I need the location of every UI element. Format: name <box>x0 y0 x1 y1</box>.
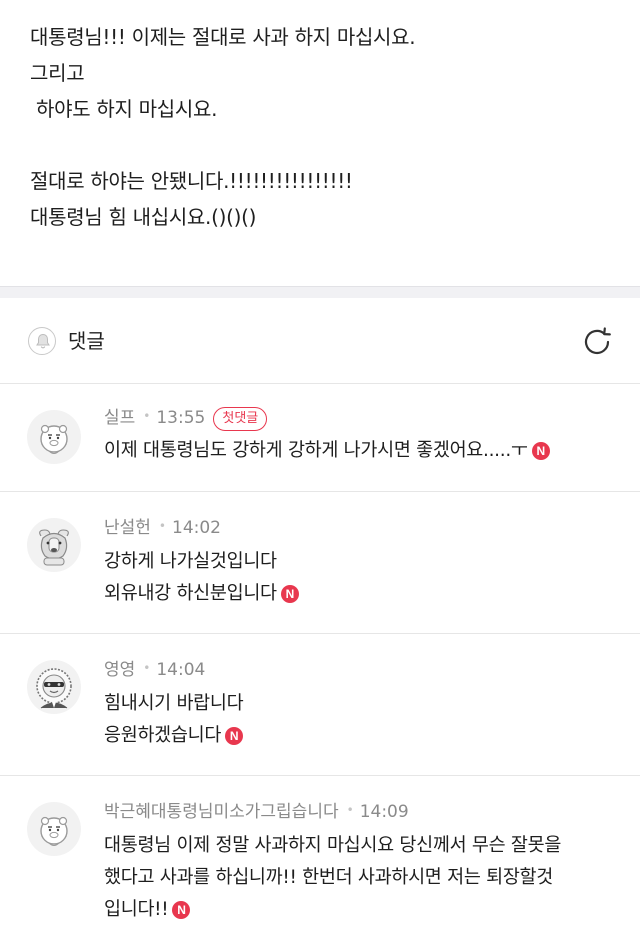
comment-line: 했다고 사과를 하십니까!! 한번더 사과하시면 저는 퇴장할것 <box>104 867 553 888</box>
comment-meta: 박근혜대통령님미소가그립습니다 • 14:09 <box>104 802 409 822</box>
comment-author[interactable]: 박근혜대통령님미소가그립습니다 <box>104 802 339 822</box>
post-line <box>30 127 610 163</box>
post-line: 그리고 <box>30 61 85 85</box>
new-badge: N <box>531 442 550 460</box>
comment-line: 입니다!! <box>104 899 169 920</box>
post-line: 하야도 하지 마십시요. <box>30 97 218 121</box>
notification-bell-button[interactable] <box>28 327 56 355</box>
first-comment-badge: 첫댓글 <box>213 407 268 431</box>
section-divider <box>0 286 640 298</box>
comment-author[interactable]: 실프 <box>104 408 135 428</box>
comment-text: 힘내시기 바랍니다 응원하겠습니다 N <box>104 688 624 752</box>
comments-header: 댓글 <box>0 298 640 384</box>
comment-line: 대통령님 이제 정말 사과하지 마십시요 당신께서 무슨 잘못을 <box>104 835 562 856</box>
comment-item: 박근혜대통령님미소가그립습니다 • 14:09 대통령님 이제 정말 사과하지 마십… <box>0 776 640 940</box>
ryan-character-icon <box>40 816 68 846</box>
comment-meta: 난설헌 • 14:02 <box>104 518 221 538</box>
new-badge: N <box>280 585 299 603</box>
comment-time: 14:09 <box>359 802 409 822</box>
comment-time: 13:55 <box>156 408 206 428</box>
comment-text: 강하게 나가실것입니다 외유내강 하신분입니다 N <box>104 546 624 610</box>
refresh-button[interactable] <box>580 325 614 359</box>
avatar[interactable] <box>27 802 81 856</box>
comment-time: 14:04 <box>156 660 206 680</box>
comment-item: 실프 • 13:55 첫댓글 이제 대통령님도 강하게 강하게 나가시면 좋겠어요..… <box>0 384 640 492</box>
new-badge: N <box>225 727 244 745</box>
comment-meta: 영영 • 14:04 <box>104 660 206 680</box>
comment-text: 이제 대통령님도 강하게 강하게 나가시면 좋겠어요.....ㅜ N <box>104 435 624 467</box>
post-body: 대통령님!!! 이제는 절대로 사과 하지 마십시요. 그리고 하야도 하지 마… <box>0 0 640 235</box>
avatar[interactable] <box>27 518 81 572</box>
new-badge: N <box>172 901 191 919</box>
comment-author[interactable]: 난설헌 <box>104 518 151 538</box>
comment-time: 14:02 <box>172 518 221 538</box>
comment-author[interactable]: 영영 <box>104 660 135 680</box>
astronaut-character-icon <box>36 668 72 709</box>
post-line: 대통령님 힘 내십시요.()()() <box>30 205 257 229</box>
comment-line: 힘내시기 바랍니다 <box>104 693 244 714</box>
comment-item: 영영 • 14:04 힘내시기 바랍니다 응원하겠습니다 N <box>0 634 640 776</box>
comment-line: 외유내강 하신분입니다 <box>104 583 277 604</box>
avatar[interactable] <box>27 410 81 464</box>
apeach-character-icon <box>39 529 69 566</box>
ryan-character-icon <box>40 424 68 454</box>
comments-title: 댓글 <box>68 329 105 353</box>
refresh-icon <box>584 327 611 354</box>
comment-line: 응원하겠습니다 <box>104 725 222 746</box>
comment-meta: 실프 • 13:55 첫댓글 <box>104 404 268 431</box>
post-line: 절대로 하야는 안됐니다.!!!!!!!!!!!!!!!! <box>30 169 353 193</box>
avatar[interactable] <box>27 660 81 714</box>
comment-line: 이제 대통령님도 강하게 강하게 나가시면 좋겠어요.....ㅜ <box>104 440 528 461</box>
comment-text: 대통령님 이제 정말 사과하지 마십시요 당신께서 무슨 잘못을 했다고 사과를… <box>104 830 624 926</box>
comment-item: 난설헌 • 14:02 강하게 나가실것입니다 외유내강 하신분입니다 N <box>0 492 640 634</box>
comment-line: 강하게 나가실것입니다 <box>104 551 277 572</box>
post-line: 대통령님!!! 이제는 절대로 사과 하지 마십시요. <box>30 25 416 49</box>
bell-icon <box>36 333 50 349</box>
